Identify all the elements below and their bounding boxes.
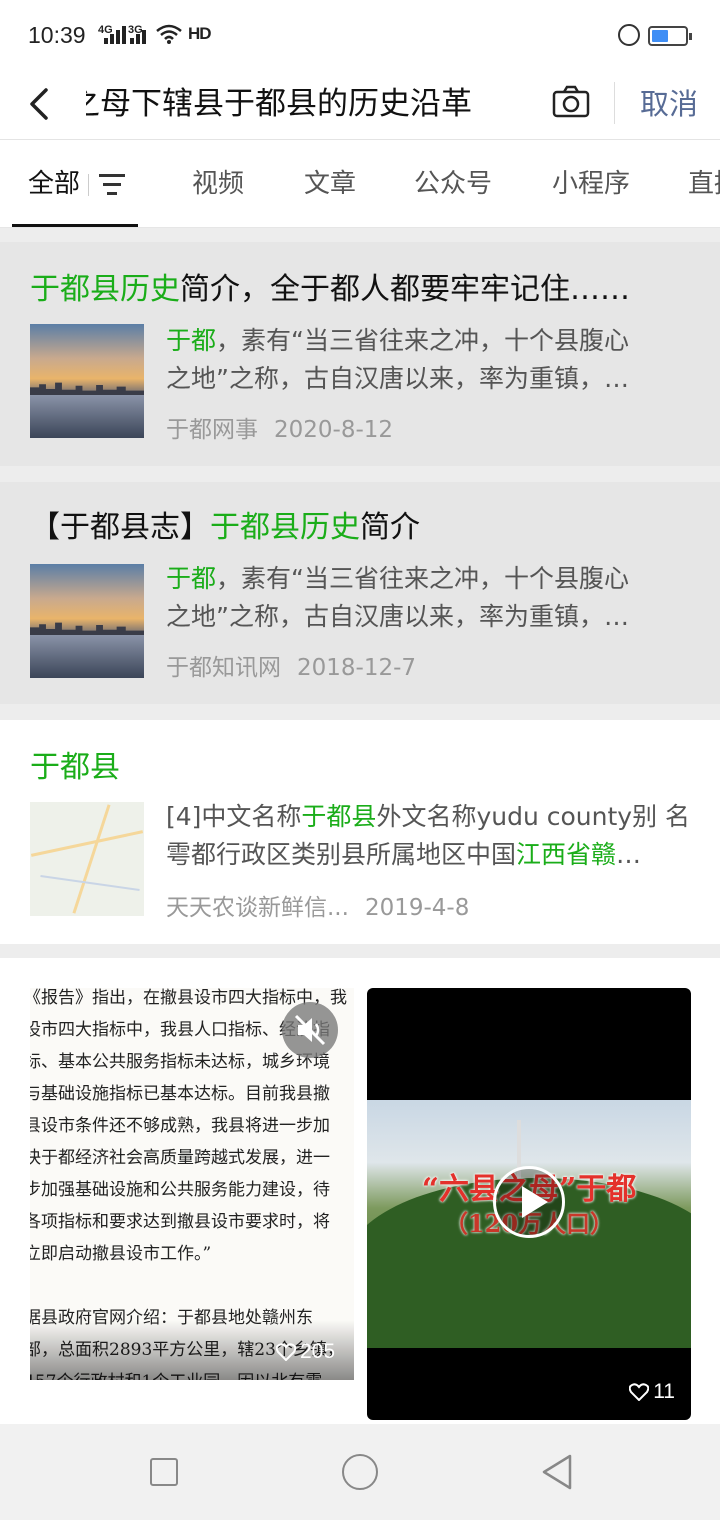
wifi-icon <box>156 24 182 44</box>
category-tabs: 全部 视频 文章 公众号 小程序 直播 <box>0 140 720 228</box>
tab-all[interactable]: 全部 <box>28 140 80 227</box>
heart-icon <box>629 1383 650 1402</box>
highlighted-text: 江西省赣 <box>516 840 617 869</box>
highlighted-text: 于都县历史 <box>210 510 360 545</box>
result-card[interactable]: 【于都县志】于都县历史简介 于都，素有“当三省往来之冲，十个县腹心之地”之称，古… <box>0 482 720 704</box>
snippet-line: [4]中文名称于都县外文名称yudu county别 名 <box>166 798 696 836</box>
highlighted-text: 于都县 <box>30 750 120 785</box>
filter-icon[interactable] <box>98 174 126 196</box>
result-snippet: 于都，素有“当三省往来之冲，十个县腹心之地”之称，古自汉唐以来，率为重镇，… <box>166 560 686 636</box>
signal-icon <box>104 26 126 44</box>
cancel-button[interactable]: 取消 <box>640 78 698 130</box>
snippet-line: 之地”之称，古自汉唐以来，率为重镇，… <box>166 360 686 398</box>
like-count: 205 <box>300 1340 336 1363</box>
text-segment: 外文名称yudu county别 名 <box>376 802 691 831</box>
result-meta: 于都网事 2020-8-12 <box>166 410 393 444</box>
media-row: 《报告》指出，在撤县设市四大指标中，我 设市四大指标中，我县人口指标、经济指 标、基… <box>0 958 720 1424</box>
result-date: 2019-4-8 <box>364 895 470 921</box>
search-input[interactable]: 六县之母下辖县于都县的历史沿革 <box>86 78 486 130</box>
camera-icon[interactable] <box>552 83 590 121</box>
tab-separator <box>88 174 89 196</box>
text-segment: 雩都行政区类别县所属地区中国 <box>166 840 517 869</box>
text-segment: [4]中文名称 <box>166 802 302 831</box>
video-card[interactable]: “六县之母”于都 （120万人口） 11 <box>367 988 691 1420</box>
status-bar: 10:39 4G 3G HD <box>0 0 720 68</box>
highlighted-text: 于都县历史 <box>30 272 180 307</box>
result-meta: 于都知讯网 2018-12-7 <box>166 648 416 682</box>
rotation-lock-icon <box>618 24 640 46</box>
hd-indicator: HD <box>188 24 212 43</box>
result-meta: 天天农谈新鲜信... 2019-4-8 <box>166 888 469 922</box>
search-header: 六县之母下辖县于都县的历史沿革 取消 <box>0 68 720 140</box>
tab-live[interactable]: 直播 <box>688 140 720 227</box>
doc-like-count: 205 <box>276 1340 335 1364</box>
result-title: 【于都县志】于都县历史简介 <box>30 506 420 550</box>
result-date: 2020-8-12 <box>274 417 394 443</box>
result-title: 于都县 <box>30 746 120 790</box>
header-divider <box>614 82 615 124</box>
signal-icon-2 <box>130 26 150 44</box>
mute-icon[interactable] <box>282 1002 338 1058</box>
result-title: 于都县历史简介，全于都人都要牢牢记住…… <box>30 268 630 312</box>
document-line: 步加强基础设施和公共服务能力建设，待 <box>30 1180 330 1200</box>
text-segment: 之地”之称，古自汉唐以来，率为重镇，… <box>166 364 629 393</box>
result-card[interactable]: 于都县历史简介，全于都人都要牢牢记住…… 于都，素有“当三省往来之冲，十个县腹心… <box>0 242 720 466</box>
like-count: 11 <box>653 1380 675 1403</box>
tab-official-accounts[interactable]: 公众号 <box>414 140 492 227</box>
document-line: 各项指标和要求达到撤县设市要求时，将 <box>30 1212 330 1232</box>
result-thumbnail <box>30 564 144 678</box>
document-line: 快于都经济社会高质量跨越式发展，进一 <box>30 1148 330 1168</box>
status-time: 10:39 <box>28 22 86 48</box>
active-tab-indicator <box>12 224 138 227</box>
text-segment: 简介，全于都人都要牢牢记住…… <box>180 272 630 307</box>
highlighted-text: 于都 <box>166 326 217 355</box>
search-query-text: 六县之母下辖县于都县的历史沿革 <box>86 86 472 122</box>
recent-apps-icon[interactable] <box>150 1458 178 1486</box>
snippet-line: 之地”之称，古自汉唐以来，率为重镇，… <box>166 598 686 636</box>
result-snippet: [4]中文名称于都县外文名称yudu county别 名雩都行政区类别县所属地区… <box>166 798 696 874</box>
system-nav-bar <box>0 1424 720 1520</box>
text-segment: … <box>616 840 642 869</box>
tab-video[interactable]: 视频 <box>192 140 244 227</box>
document-line: 立即启动撤县设市工作。” <box>30 1244 212 1264</box>
text-segment: 之地”之称，古自汉唐以来，率为重镇，… <box>166 602 629 631</box>
result-date: 2018-12-7 <box>297 655 417 681</box>
video-like-count: 11 <box>629 1380 675 1404</box>
result-card[interactable]: 于都县 [4]中文名称于都县外文名称yudu county别 名雩都行政区类别县… <box>0 720 720 944</box>
highlighted-text: 于都 <box>166 564 217 593</box>
text-segment: 【于都县志】 <box>30 510 210 545</box>
text-segment: ，素有“当三省往来之冲，十个县腹心 <box>216 564 629 593</box>
text-segment: ，素有“当三省往来之冲，十个县腹心 <box>216 326 629 355</box>
result-source: 于都网事 <box>166 417 258 443</box>
document-line: 县设市条件还不够成熟，我县将进一步加 <box>30 1116 330 1136</box>
battery-icon <box>648 26 692 46</box>
result-source: 天天农谈新鲜信... <box>166 895 349 921</box>
play-icon[interactable] <box>493 1166 565 1238</box>
result-snippet: 于都，素有“当三省往来之冲，十个县腹心之地”之称，古自汉唐以来，率为重镇，… <box>166 322 686 398</box>
snippet-line: 于都，素有“当三省往来之冲，十个县腹心 <box>166 322 686 360</box>
result-source: 于都知讯网 <box>166 655 281 681</box>
highlighted-text: 于都县 <box>301 802 377 831</box>
tab-articles[interactable]: 文章 <box>304 140 356 227</box>
heart-icon <box>276 1343 296 1362</box>
video-card-document[interactable]: 《报告》指出，在撤县设市四大指标中，我 设市四大指标中，我县人口指标、经济指 标、基… <box>30 988 354 1380</box>
snippet-line: 雩都行政区类别县所属地区中国江西省赣… <box>166 836 696 874</box>
back-arrow-icon[interactable] <box>22 80 62 128</box>
result-map-thumbnail <box>30 802 144 916</box>
result-thumbnail <box>30 324 144 438</box>
document-line: 与基础设施指标已基本达标。目前我县撤 <box>30 1084 330 1104</box>
text-segment: 简介 <box>360 510 420 545</box>
nav-back-icon[interactable] <box>540 1452 574 1492</box>
snippet-line: 于都，素有“当三省往来之冲，十个县腹心 <box>166 560 686 598</box>
home-icon[interactable] <box>342 1454 378 1490</box>
tab-mini-programs[interactable]: 小程序 <box>552 140 630 227</box>
